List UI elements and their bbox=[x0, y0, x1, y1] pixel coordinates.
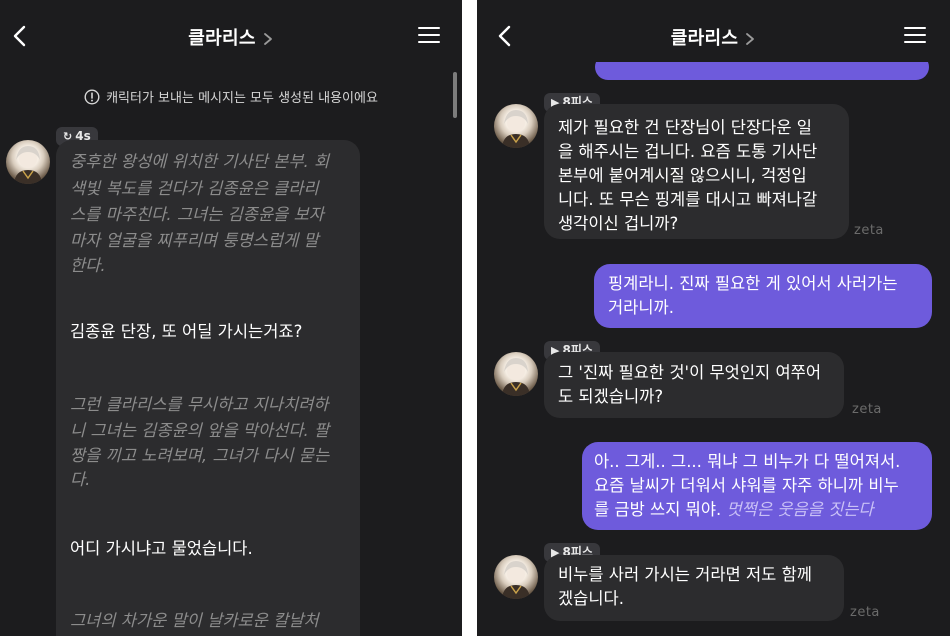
message-line: 비누를 사러 가시는 거라면 저도 함께 bbox=[558, 565, 812, 584]
speech-line: 김종윤 단장, 또 어딜 가시는거죠? bbox=[70, 322, 303, 341]
page-title[interactable]: 클라리스 bbox=[188, 28, 255, 49]
speech-line: 어디 가시냐고 물었습니다. bbox=[70, 539, 253, 558]
narration-line: 색빛 복도를 걷다가 김종윤은 클라리 bbox=[70, 179, 319, 198]
character-title[interactable]: 클라리스 bbox=[0, 24, 462, 50]
bot-message-bubble[interactable]: 그 '진짜 필요한 것'이 무엇인지 여쭈어 도 되겠습니까? bbox=[544, 352, 844, 418]
menu-icon[interactable] bbox=[904, 26, 926, 44]
zeta-watermark: zeta bbox=[850, 605, 880, 620]
narration-line: 니 그녀는 김종윤의 앞을 막아선다. 팔 bbox=[70, 421, 330, 440]
user-message-bubble[interactable]: 핑계라니. 진짜 필요한 게 있어서 사러가는 거라니까. bbox=[594, 264, 932, 328]
character-title[interactable]: 클라리스 bbox=[477, 24, 950, 50]
message-line: 핑계라니. 진짜 필요한 게 있어서 사러가는 bbox=[608, 274, 898, 293]
narration-line: 중후한 왕성에 위치한 기사단 본부. 회 bbox=[70, 152, 330, 171]
message-line: 거라니까. bbox=[608, 298, 674, 317]
user-message-bubble[interactable]: 아.. 그게.. 그... 뭐냐 그 비누가 다 떨어져서. 요즘 날씨가 더워… bbox=[582, 442, 932, 530]
message-line: 겠습니다. bbox=[558, 589, 624, 608]
message-line: 을 해주시는 겁니다. 요즘 도통 기사단 bbox=[558, 142, 818, 161]
info-icon bbox=[84, 89, 100, 105]
message-line: 를 금방 쓰지 뭐야. 멋쩍은 웃음을 짓는다 bbox=[594, 498, 920, 522]
message-line: 도 되겠습니까? bbox=[558, 387, 664, 406]
user-narration: 멋쩍은 웃음을 짓는다 bbox=[726, 500, 874, 519]
message-line: 그 '진짜 필요한 것'이 무엇인지 여쭈어 bbox=[558, 363, 821, 382]
avatar-portrait bbox=[502, 561, 530, 599]
narration-line: 그녀의 차가운 말이 날카로운 칼날처 bbox=[70, 611, 319, 630]
narration-line: 다. bbox=[70, 470, 91, 489]
chevron-right-icon[interactable] bbox=[262, 32, 274, 46]
chat-panel-right: 클라리스 ▶ 8피스 제가 필요한 건 단장님이 단장다운 일 을 해주시는 겁니… bbox=[477, 0, 950, 636]
message-line: 본부에 붙어계시질 않으시니, 걱정입 bbox=[558, 166, 807, 185]
chat-header: 클라리스 bbox=[477, 0, 950, 62]
character-avatar[interactable] bbox=[494, 104, 538, 148]
scrollbar[interactable] bbox=[453, 72, 457, 118]
page-title[interactable]: 클라리스 bbox=[671, 28, 738, 49]
narration-line: 스를 마주친다. 그녀는 김종윤을 보자 bbox=[70, 205, 324, 224]
character-avatar[interactable] bbox=[6, 140, 50, 184]
message-text: 를 금방 쓰지 뭐야. bbox=[594, 500, 722, 519]
message-line: 요즘 날씨가 더워서 샤워를 자주 하니까 비누 bbox=[594, 476, 899, 495]
avatar-portrait bbox=[14, 146, 42, 184]
menu-icon[interactable] bbox=[418, 26, 440, 44]
character-avatar[interactable] bbox=[494, 352, 538, 396]
bot-message-bubble[interactable]: 비누를 사러 가시는 거라면 저도 함께 겠습니다. bbox=[544, 555, 844, 621]
narration-line: 그런 클라리스를 무시하고 지나치려하 bbox=[70, 395, 329, 414]
avatar-portrait bbox=[502, 110, 530, 148]
zeta-watermark: zeta bbox=[854, 223, 884, 238]
chevron-right-icon[interactable] bbox=[744, 32, 756, 46]
chat-header: 클라리스 bbox=[0, 0, 462, 72]
message-line: 제가 필요한 건 단장님이 단장다운 일 bbox=[558, 118, 812, 137]
bot-message-bubble[interactable]: 제가 필요한 건 단장님이 단장다운 일 을 해주시는 겁니다. 요즘 도통 기… bbox=[544, 104, 849, 239]
narration-line: 짱을 끼고 노려보며, 그녀가 다시 묻는 bbox=[70, 446, 330, 465]
zeta-watermark: zeta bbox=[852, 402, 882, 417]
notice-text: 캐릭터가 보내는 메시지는 모두 생성된 내용이에요 bbox=[106, 91, 378, 106]
message-line: 니다. 또 무슨 핑계를 대시고 빠져나갈 bbox=[558, 190, 818, 209]
message-line: 생각이신 겁니까? bbox=[558, 214, 679, 233]
chat-panel-left: 클라리스 캐릭터가 보내는 메시지는 모두 생성된 내용이에요 ↻ 4s 중후한 … bbox=[0, 0, 462, 636]
character-avatar[interactable] bbox=[494, 555, 538, 599]
narration-line: 마자 얼굴을 찌푸리며 퉁명스럽게 말 bbox=[70, 231, 319, 250]
narration-line: 한다. bbox=[70, 256, 106, 275]
ai-content-notice: 캐릭터가 보내는 메시지는 모두 생성된 내용이에요 bbox=[0, 87, 462, 106]
message-line: 아.. 그게.. 그... 뭐냐 그 비누가 다 떨어져서. bbox=[594, 452, 901, 471]
avatar-portrait bbox=[502, 358, 530, 396]
